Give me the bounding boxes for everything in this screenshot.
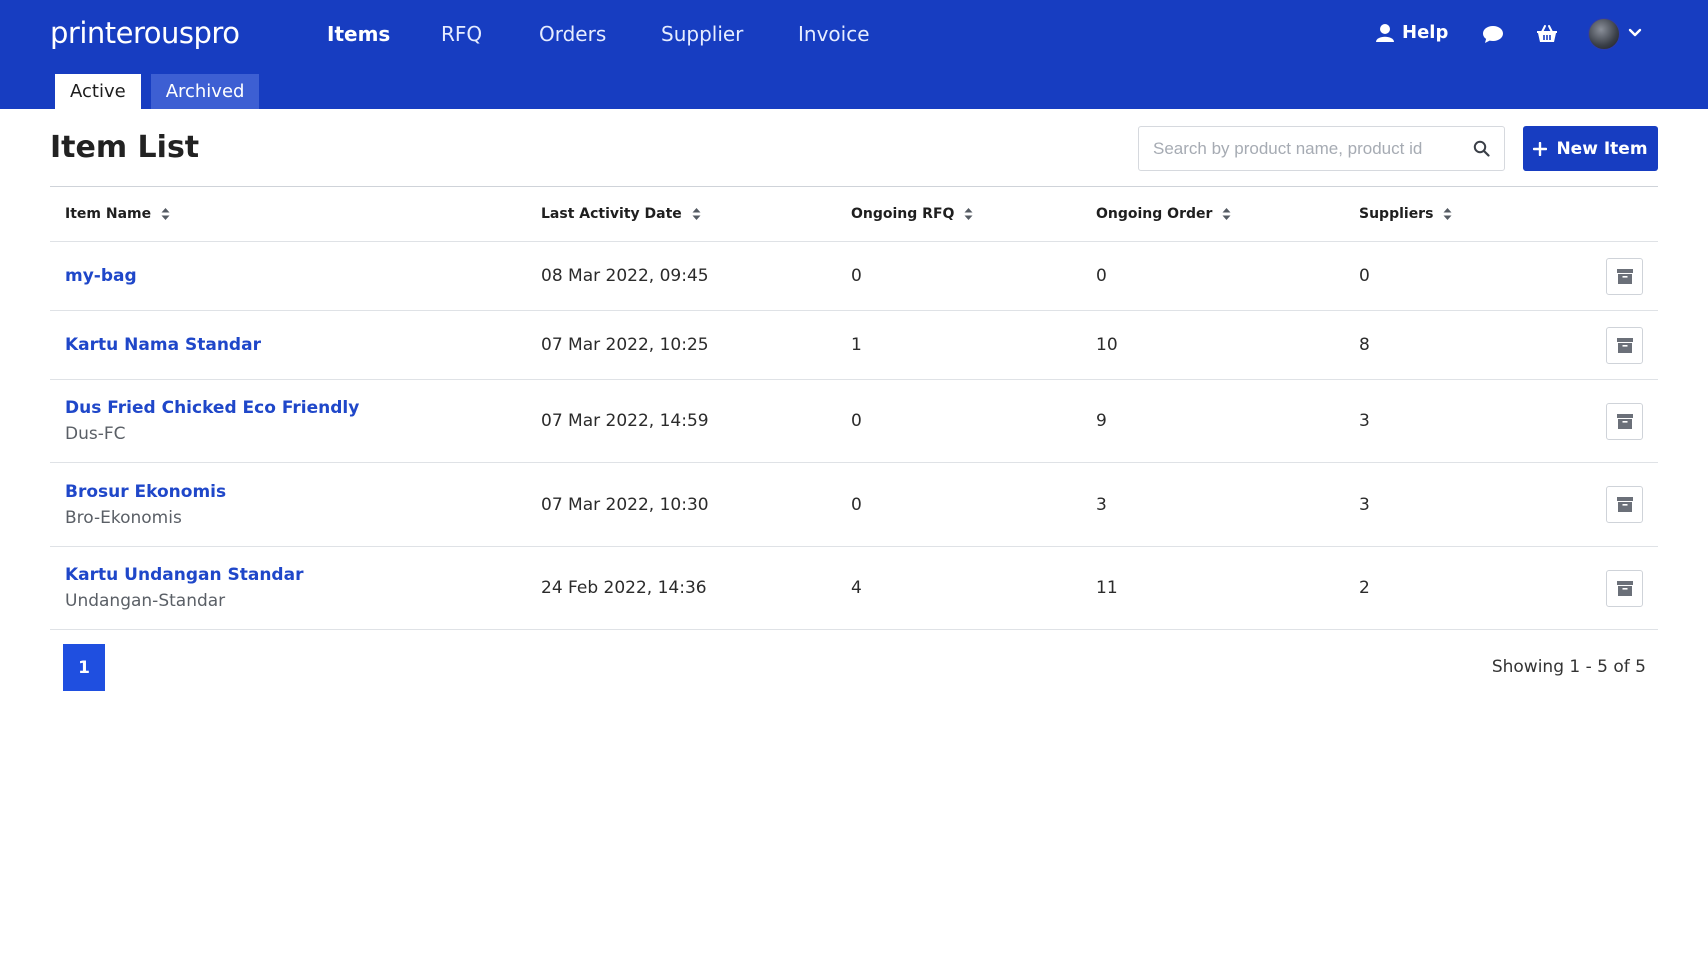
suppliers-cell: 2 xyxy=(1359,578,1370,598)
item-name-link[interactable]: Kartu Undangan Standar xyxy=(65,565,303,585)
archive-icon xyxy=(1616,497,1633,512)
col-label: Item Name xyxy=(65,206,152,222)
archive-icon xyxy=(1616,268,1633,284)
chat-icon[interactable] xyxy=(1481,22,1505,46)
ongoing-order-cell: 9 xyxy=(1096,411,1107,431)
nav-supplier[interactable]: Supplier xyxy=(661,22,743,46)
sort-icon[interactable] xyxy=(692,207,701,221)
suppliers-cell: 3 xyxy=(1359,411,1370,431)
basket-icon[interactable] xyxy=(1535,22,1559,46)
ongoing-order-cell: 0 xyxy=(1096,266,1107,286)
col-suppliers[interactable]: Suppliers xyxy=(1359,187,1452,241)
col-label: Ongoing RFQ xyxy=(851,206,955,222)
ongoing-order-cell: 3 xyxy=(1096,494,1107,515)
item-name-link[interactable]: Dus Fried Chicked Eco Friendly xyxy=(65,398,359,418)
item-cell: Brosur Ekonomis Bro-Ekonomis xyxy=(65,463,226,546)
item-cell: Kartu Nama Standar xyxy=(65,311,261,379)
sort-icon[interactable] xyxy=(1443,207,1452,221)
col-label: Ongoing Order xyxy=(1096,206,1213,222)
item-name-link[interactable]: my-bag xyxy=(65,266,137,286)
pagination: 1 xyxy=(63,644,105,691)
last-activity-cell: 24 Feb 2022, 14:36 xyxy=(541,578,707,598)
item-name-link[interactable]: Brosur Ekonomis xyxy=(65,482,226,502)
col-label: Last Activity Date xyxy=(541,206,682,222)
archive-icon xyxy=(1616,337,1633,353)
chevron-down-icon[interactable] xyxy=(1628,26,1642,40)
nav-orders[interactable]: Orders xyxy=(539,22,606,46)
top-navbar: printerouspro Items RFQ Orders Supplier … xyxy=(0,0,1708,109)
plus-icon xyxy=(1533,141,1548,156)
suppliers-cell: 0 xyxy=(1359,266,1370,286)
action-cell xyxy=(1606,547,1643,629)
archive-button[interactable] xyxy=(1606,257,1643,295)
action-cell xyxy=(1606,463,1643,546)
item-cell: Kartu Undangan Standar Undangan-Standar xyxy=(65,547,303,629)
table-row: my-bag 08 Mar 2022, 09:45 0 0 0 xyxy=(50,242,1658,311)
archive-button[interactable] xyxy=(1606,569,1643,607)
table-row: Kartu Undangan Standar Undangan-Standar … xyxy=(50,547,1658,630)
search-icon[interactable] xyxy=(1473,140,1490,157)
ongoing-rfq-cell: 4 xyxy=(851,578,862,598)
table-row: Brosur Ekonomis Bro-Ekonomis 07 Mar 2022… xyxy=(50,463,1658,547)
help-label: Help xyxy=(1402,22,1449,43)
showing-count: Showing 1 - 5 of 5 xyxy=(1491,657,1646,677)
col-last-activity[interactable]: Last Activity Date xyxy=(541,187,701,241)
col-ongoing-rfq[interactable]: Ongoing RFQ xyxy=(851,187,973,241)
suppliers-cell: 3 xyxy=(1359,494,1370,515)
col-label: Suppliers xyxy=(1359,206,1434,222)
new-item-label: New Item xyxy=(1556,138,1648,159)
nav-invoice[interactable]: Invoice xyxy=(798,22,870,46)
item-cell: Dus Fried Chicked Eco Friendly Dus-FC xyxy=(65,380,359,462)
sort-icon[interactable] xyxy=(161,207,170,221)
item-code: Undangan-Standar xyxy=(65,591,226,611)
nav-rfq[interactable]: RFQ xyxy=(441,22,482,46)
last-activity-cell: 07 Mar 2022, 10:30 xyxy=(541,494,709,515)
ongoing-rfq-cell: 1 xyxy=(851,335,862,355)
user-icon xyxy=(1376,23,1394,42)
col-item-name[interactable]: Item Name xyxy=(65,187,170,241)
ongoing-order-cell: 11 xyxy=(1096,578,1118,598)
page-button-1[interactable]: 1 xyxy=(63,644,105,691)
suppliers-cell: 8 xyxy=(1359,335,1370,355)
last-activity-cell: 07 Mar 2022, 14:59 xyxy=(541,411,709,431)
archive-button[interactable] xyxy=(1606,402,1643,440)
tab-archived[interactable]: Archived xyxy=(150,74,260,109)
ongoing-order-cell: 10 xyxy=(1096,335,1118,355)
sort-icon[interactable] xyxy=(1222,207,1231,221)
last-activity-cell: 07 Mar 2022, 10:25 xyxy=(541,335,709,355)
search-input[interactable] xyxy=(1153,127,1463,170)
brand-logo[interactable]: printerouspro xyxy=(50,16,240,50)
action-cell xyxy=(1606,242,1643,310)
ongoing-rfq-cell: 0 xyxy=(851,266,862,286)
archive-icon xyxy=(1616,580,1633,596)
table-row: Kartu Nama Standar 07 Mar 2022, 10:25 1 … xyxy=(50,311,1658,380)
item-cell: my-bag xyxy=(65,242,137,310)
archive-button[interactable] xyxy=(1606,326,1643,364)
page-title: Item List xyxy=(50,130,200,165)
table-header: Item Name Last Activity Date Ongoing RFQ… xyxy=(50,187,1658,242)
avatar[interactable] xyxy=(1588,18,1620,50)
action-cell xyxy=(1606,311,1643,379)
table-row: Dus Fried Chicked Eco Friendly Dus-FC 07… xyxy=(50,380,1658,463)
help-button[interactable]: Help xyxy=(1376,22,1448,43)
archive-button[interactable] xyxy=(1606,486,1643,523)
col-ongoing-order[interactable]: Ongoing Order xyxy=(1096,187,1231,241)
tab-active[interactable]: Active xyxy=(55,74,141,109)
last-activity-cell: 08 Mar 2022, 09:45 xyxy=(541,266,709,286)
ongoing-rfq-cell: 0 xyxy=(851,494,862,515)
item-table: Item Name Last Activity Date Ongoing RFQ… xyxy=(50,186,1658,630)
ongoing-rfq-cell: 0 xyxy=(851,411,862,431)
search-box xyxy=(1138,126,1505,171)
action-cell xyxy=(1606,380,1643,462)
item-code: Bro-Ekonomis xyxy=(65,507,182,528)
new-item-button[interactable]: New Item xyxy=(1523,126,1658,171)
item-name-link[interactable]: Kartu Nama Standar xyxy=(65,335,261,355)
item-code: Dus-FC xyxy=(65,424,126,444)
sort-icon[interactable] xyxy=(964,207,973,221)
nav-items[interactable]: Items xyxy=(327,22,390,46)
status-tabs: Active Archived xyxy=(55,74,260,109)
archive-icon xyxy=(1616,413,1633,429)
